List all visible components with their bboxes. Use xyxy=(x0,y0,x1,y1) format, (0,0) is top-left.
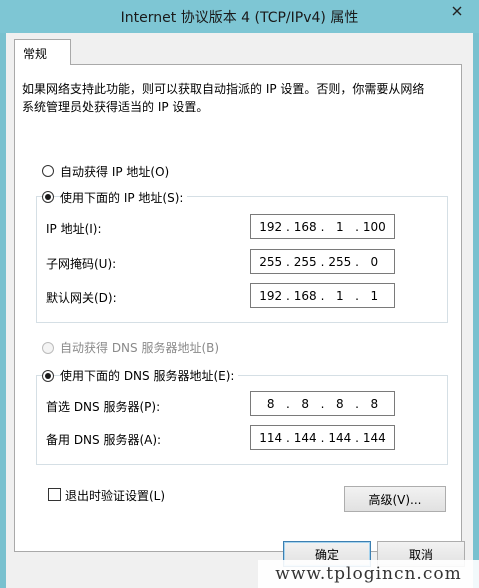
alternate-dns-label: 备用 DNS 服务器(A): xyxy=(46,433,162,447)
preferred-dns-octet-1: 8 xyxy=(266,396,275,411)
title-bar[interactable]: Internet 协议版本 4 (TCP/IPv4) 属性 xyxy=(0,0,479,33)
preferred-dns-input[interactable]: 8. 8. 8. 8 xyxy=(250,391,395,416)
manual-ip-radio[interactable] xyxy=(42,191,54,203)
alternate-dns-octet-1: 114 xyxy=(259,430,283,445)
alternate-dns-octet-3: 144 xyxy=(328,430,352,445)
alternate-dns-octet-2: 144 xyxy=(293,430,317,445)
dns-settings-group xyxy=(36,375,448,465)
preferred-dns-octet-2: 8 xyxy=(301,396,310,411)
gateway-input[interactable]: 192. 168. 1. 1 xyxy=(250,283,395,308)
validate-on-exit-label[interactable]: 退出时验证设置(L) xyxy=(65,487,165,504)
auto-dns-label[interactable]: 自动获得 DNS 服务器地址(B) xyxy=(60,339,219,356)
close-icon xyxy=(452,6,462,16)
manual-ip-label[interactable]: 使用下面的 IP 地址(S): xyxy=(60,189,188,206)
ip-address-octet-1: 192 xyxy=(259,219,283,234)
preferred-dns-octet-3: 8 xyxy=(335,396,344,411)
tab-general[interactable]: 常规 xyxy=(14,39,71,65)
tab-general-label: 常规 xyxy=(23,47,48,61)
validate-on-exit-checkbox[interactable] xyxy=(48,488,61,501)
ip-address-octet-2: 168 xyxy=(293,219,317,234)
auto-ip-label[interactable]: 自动获得 IP 地址(O) xyxy=(60,163,169,180)
gateway-octet-3: 1 xyxy=(335,288,344,303)
subnet-mask-octet-3: 255 xyxy=(328,254,352,269)
ip-address-input[interactable]: 192. 168. 1. 100 xyxy=(250,214,395,239)
alternate-dns-octet-4: 144 xyxy=(362,430,386,445)
manual-dns-label[interactable]: 使用下面的 DNS 服务器地址(E): xyxy=(60,367,239,384)
auto-ip-radio[interactable] xyxy=(42,165,54,177)
description-text: 如果网络支持此功能，则可以获取自动指派的 IP 设置。否则，你需要从网络系统管理… xyxy=(22,82,425,114)
close-button[interactable] xyxy=(441,0,473,22)
preferred-dns-octet-4: 8 xyxy=(370,396,379,411)
alternate-dns-input[interactable]: 114. 144. 144. 144 xyxy=(250,425,395,450)
subnet-mask-octet-2: 255 xyxy=(293,254,317,269)
window-title: Internet 协议版本 4 (TCP/IPv4) 属性 xyxy=(120,10,359,26)
gateway-octet-2: 168 xyxy=(293,288,317,303)
gateway-octet-1: 192 xyxy=(259,288,283,303)
gateway-label: 默认网关(D): xyxy=(46,291,117,305)
ip-address-octet-4: 100 xyxy=(362,219,386,234)
gateway-octet-4: 1 xyxy=(370,288,379,303)
subnet-mask-label: 子网掩码(U): xyxy=(46,257,117,271)
subnet-mask-octet-4: 0 xyxy=(370,254,379,269)
preferred-dns-label: 首选 DNS 服务器(P): xyxy=(46,400,161,414)
ip-address-octet-3: 1 xyxy=(335,219,344,234)
advanced-button[interactable]: 高级(V)... xyxy=(344,486,446,512)
dialog-client-area: 常规 如果网络支持此功能，则可以获取自动指派的 IP 设置。否则，你需要从网络系… xyxy=(6,33,473,588)
subnet-mask-input[interactable]: 255. 255. 255. 0 xyxy=(250,249,395,274)
watermark-text: www.tplogincn.com xyxy=(258,560,479,588)
auto-dns-radio[interactable] xyxy=(42,342,54,354)
subnet-mask-octet-1: 255 xyxy=(259,254,283,269)
ip-address-label: IP 地址(I): xyxy=(46,222,102,236)
properties-dialog: Internet 协议版本 4 (TCP/IPv4) 属性 常规 如果网络支持此… xyxy=(0,0,479,588)
manual-dns-radio[interactable] xyxy=(42,370,54,382)
